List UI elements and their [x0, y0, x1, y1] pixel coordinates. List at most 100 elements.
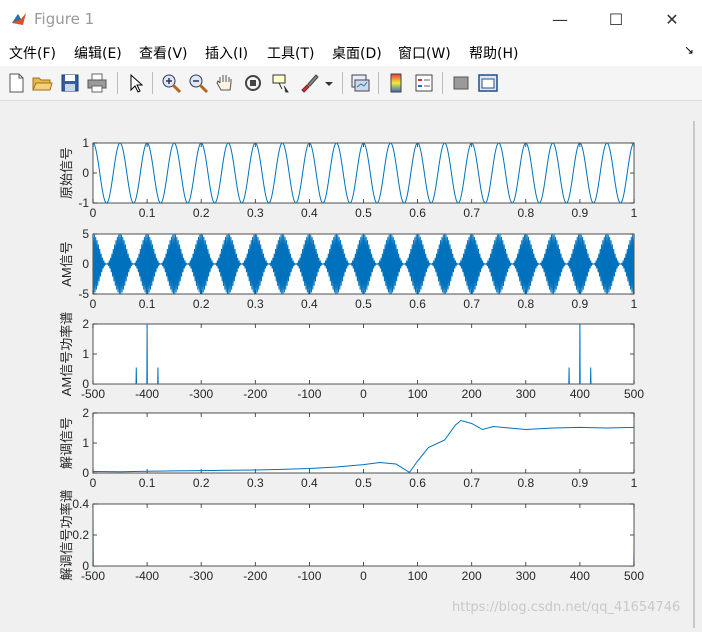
- select-arrow-icon[interactable]: [125, 72, 147, 94]
- subplots-svg: 0 0.1 0.2 0.3 0.4 0.5 0.6 0.7 0.8 0.9 1-101原始信号0 0.…: [59, 121, 695, 628]
- show-plot-tools-icon[interactable]: [477, 72, 499, 94]
- data-cursor-icon[interactable]: [270, 72, 292, 94]
- x-tick-label: -200: [243, 387, 267, 401]
- menu-insert[interactable]: 插入(I): [205, 43, 248, 63]
- open-file-icon[interactable]: [31, 72, 53, 94]
- figure-canvas: 0 0.1 0.2 0.3 0.4 0.5 0.6 0.7 0.8 0.9 1 -1 0 1 原始信号 0 0.…: [0, 101, 702, 628]
- x-tick-label: 0.7: [463, 206, 480, 220]
- x-tick-label: 0.3: [247, 476, 264, 490]
- menu-file[interactable]: 文件(F): [9, 43, 56, 63]
- y-tick-label: 2: [82, 317, 89, 331]
- figure-toolbar: [0, 66, 702, 101]
- y-tick-label: 0.4: [72, 497, 89, 511]
- x-tick-label: 0.2: [193, 297, 210, 311]
- x-tick-label: 0.7: [463, 297, 480, 311]
- toolbar-separator: [442, 72, 443, 94]
- x-tick-label: 0.3: [247, 297, 264, 311]
- watermark-text: https://blog.csdn.net/qq_41654746: [452, 600, 681, 615]
- zoom-in-icon[interactable]: [160, 72, 182, 94]
- menu-help[interactable]: 帮助(H): [469, 43, 518, 63]
- new-figure-icon[interactable]: [5, 72, 27, 94]
- x-tick-label: 0.3: [247, 206, 264, 220]
- y-tick-label: 0: [82, 466, 89, 480]
- rotate-3d-icon[interactable]: [242, 72, 264, 94]
- x-tick-label: 200: [462, 387, 482, 401]
- x-tick-label: -200: [243, 569, 267, 583]
- axes-box: [92, 412, 635, 474]
- x-tick-label: 0.4: [301, 297, 318, 311]
- x-tick-label: 200: [462, 569, 482, 583]
- x-tick-label: 0.1: [139, 476, 156, 490]
- x-tick-label: 0.7: [463, 476, 480, 490]
- x-tick-label: 0: [90, 206, 97, 220]
- y-tick-label: 0: [82, 559, 89, 573]
- minimize-icon: —: [552, 9, 568, 29]
- x-tick-label: -300: [189, 569, 213, 583]
- y-axis-label: 解调信号: [59, 417, 74, 469]
- x-tick-label: 0.6: [409, 297, 426, 311]
- x-tick-label: 0: [360, 569, 367, 583]
- minimize-button[interactable]: —: [532, 0, 588, 38]
- x-tick-label: 0: [360, 387, 367, 401]
- y-tick-label: 0.2: [72, 528, 89, 542]
- x-tick-label: 500: [624, 387, 644, 401]
- y-axis-label: 解调信号功率谱: [59, 489, 74, 580]
- brush-icon[interactable]: [298, 72, 320, 94]
- toolbar-separator: [378, 72, 379, 94]
- toolbar-separator: [117, 72, 118, 94]
- x-tick-label: 0.1: [139, 206, 156, 220]
- x-tick-label: 0.4: [301, 476, 318, 490]
- link-plot-icon[interactable]: [349, 72, 371, 94]
- y-tick-label: 0: [82, 377, 89, 391]
- x-tick-label: 1: [631, 476, 638, 490]
- menu-view[interactable]: 查看(V): [139, 43, 188, 63]
- y-tick-label: 0: [82, 166, 89, 180]
- x-tick-label: -400: [135, 387, 159, 401]
- save-icon[interactable]: [59, 72, 81, 94]
- axes-box: [92, 142, 635, 204]
- x-tick-label: 1: [631, 206, 638, 220]
- x-tick-label: 0.9: [572, 476, 589, 490]
- menu-window[interactable]: 窗口(W): [398, 43, 451, 63]
- print-icon[interactable]: [86, 72, 108, 94]
- y-tick-label: -1: [78, 196, 89, 210]
- x-tick-label: 0.4: [301, 206, 318, 220]
- x-tick-label: 400: [570, 569, 590, 583]
- x-tick-label: 0.9: [572, 206, 589, 220]
- x-tick-label: 0.6: [409, 476, 426, 490]
- x-tick-label: 300: [516, 569, 536, 583]
- x-tick-label: 1: [631, 297, 638, 311]
- menu-edit[interactable]: 编辑(E): [74, 43, 122, 63]
- toolbar-separator: [152, 72, 153, 94]
- y-axis-label: AM信号功率谱: [59, 312, 74, 397]
- menu-desktop[interactable]: 桌面(D): [332, 43, 382, 63]
- y-tick-label: 5: [82, 227, 89, 241]
- dock-arrow-icon[interactable]: ↘: [684, 43, 694, 57]
- hide-plot-tools-icon[interactable]: [450, 72, 472, 94]
- colorbar-icon[interactable]: [385, 72, 407, 94]
- zoom-out-icon[interactable]: [187, 72, 209, 94]
- x-tick-label: 0.8: [517, 206, 534, 220]
- menu-bar: 文件(F) 编辑(E) 查看(V) 插入(I) 工具(T) 桌面(D) 窗口(W…: [0, 38, 702, 66]
- close-button[interactable]: ✕: [644, 0, 700, 38]
- x-tick-label: -100: [297, 569, 321, 583]
- x-tick-label: 300: [516, 387, 536, 401]
- y-axis-label: AM信号: [59, 241, 74, 287]
- axes-box: [92, 323, 635, 385]
- matlab-app-icon: [10, 10, 28, 28]
- x-tick-label: 0.8: [517, 476, 534, 490]
- x-tick-label: 0.5: [355, 297, 372, 311]
- title-bar: Figure 1 — ☐ ✕: [0, 0, 702, 38]
- maximize-icon: ☐: [608, 9, 624, 29]
- pan-hand-icon[interactable]: [214, 72, 236, 94]
- brush-dropdown-icon[interactable]: [322, 72, 336, 94]
- x-tick-label: -300: [189, 387, 213, 401]
- x-tick-label: 0.2: [193, 206, 210, 220]
- x-tick-label: 400: [570, 387, 590, 401]
- maximize-button[interactable]: ☐: [588, 0, 644, 38]
- x-tick-label: -100: [297, 387, 321, 401]
- x-tick-label: 0.1: [139, 297, 156, 311]
- legend-icon[interactable]: [413, 72, 435, 94]
- menu-tools[interactable]: 工具(T): [267, 43, 314, 63]
- y-tick-label: 0: [82, 257, 89, 271]
